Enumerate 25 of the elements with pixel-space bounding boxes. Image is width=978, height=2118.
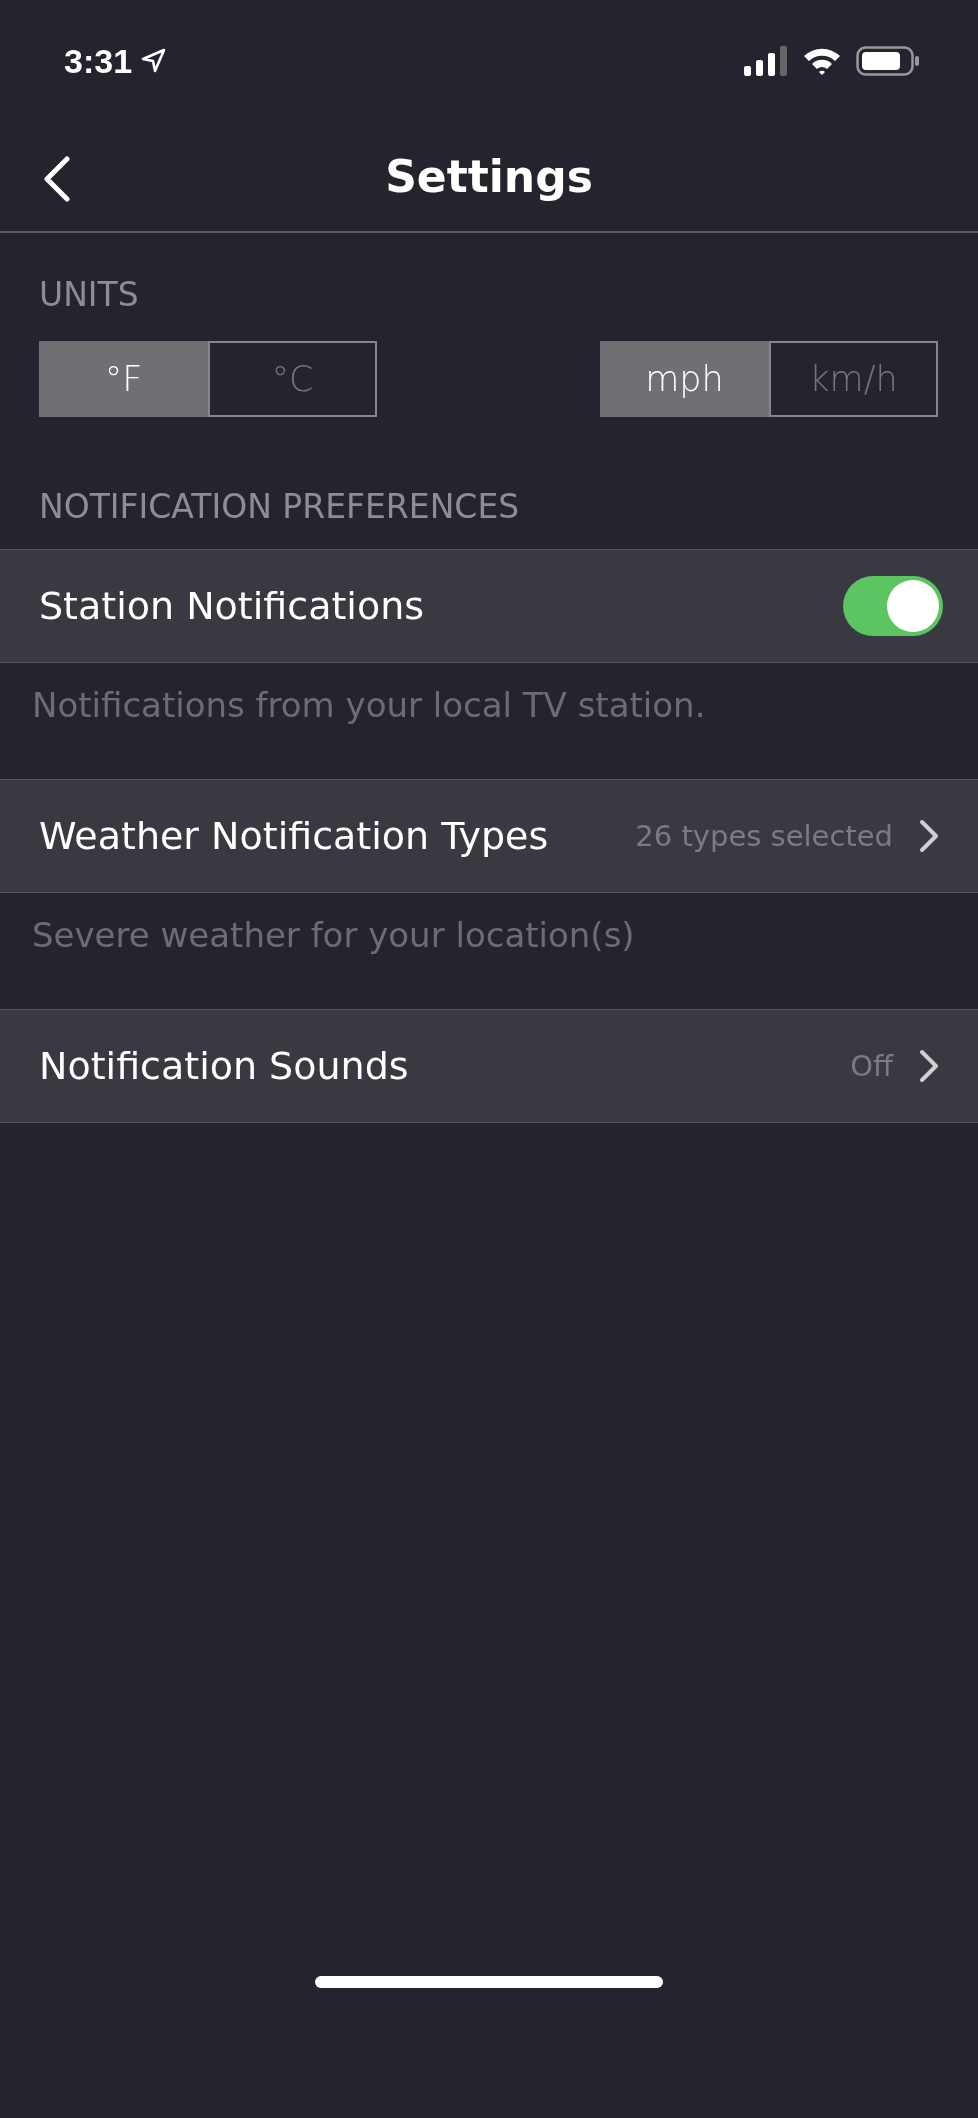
row-description: Severe weather for your location(s) xyxy=(32,915,635,955)
signal-icon xyxy=(744,46,788,76)
chevron-right-icon xyxy=(919,819,939,853)
status-time: 3:31 xyxy=(64,41,133,81)
screen-title: Settings xyxy=(385,151,593,202)
row-description: Notifications from your local TV station. xyxy=(32,685,706,725)
toggle-switch[interactable] xyxy=(843,576,943,636)
settings-row[interactable]: Weather Notification Types 26 types selected xyxy=(0,779,978,893)
section-header: UNITS xyxy=(39,275,139,314)
settings-row[interactable]: Notification Sounds Off xyxy=(0,1009,978,1123)
unit-segment[interactable]: °F xyxy=(39,341,208,417)
unit-segment[interactable]: mph xyxy=(600,341,769,417)
row-label: Notification Sounds xyxy=(39,1044,410,1088)
unit-segment[interactable]: km/h xyxy=(769,341,938,417)
row-label: Weather Notification Types xyxy=(39,814,550,858)
chevron-right-icon xyxy=(919,1049,939,1083)
unit-segment[interactable]: °C xyxy=(208,341,377,417)
wifi-icon xyxy=(802,46,842,76)
battery-icon xyxy=(856,46,920,76)
row-label: Station Notifications xyxy=(39,584,425,628)
location-arrow-icon xyxy=(140,48,167,74)
row-value: Off xyxy=(850,1049,893,1083)
section-header: NOTIFICATION PREFERENCES xyxy=(39,487,520,526)
settings-row[interactable]: Station Notifications xyxy=(0,549,978,663)
row-value: 26 types selected xyxy=(635,819,893,853)
